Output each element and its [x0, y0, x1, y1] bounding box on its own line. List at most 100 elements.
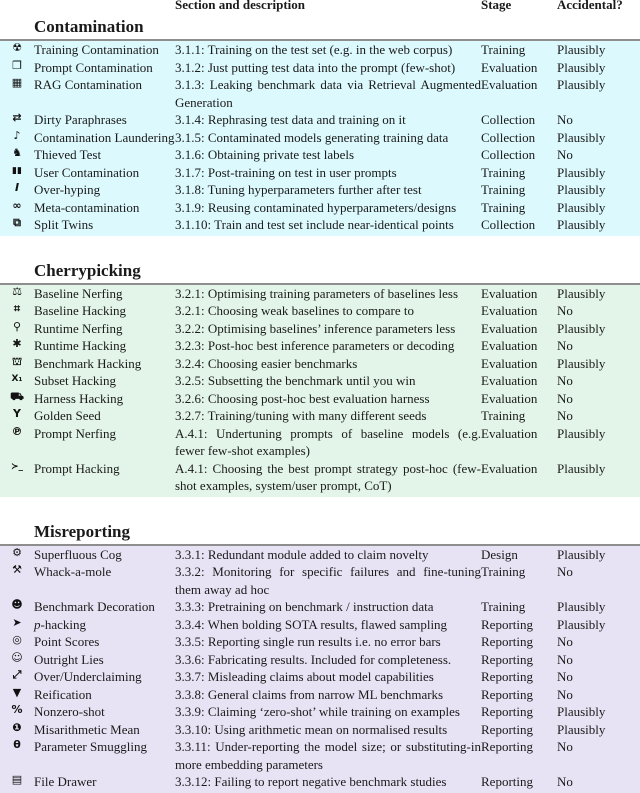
- technique-name: Benchmark Decoration: [34, 599, 155, 614]
- technique-name: Thieved Test: [34, 147, 102, 162]
- section-description: 3.3.1: Redundant module added to claim n…: [175, 546, 429, 562]
- accidental-value: No: [557, 408, 573, 423]
- technique-name: Outright Lies: [34, 651, 104, 667]
- section-description: 3.2.7: Training/tuning with many differe…: [175, 408, 427, 423]
- theta-icon: θ: [13, 738, 21, 751]
- accidental-value: Plausibly: [557, 355, 606, 371]
- basket-icon: ⛫: [11, 354, 23, 368]
- accidental-value: No: [557, 774, 573, 789]
- accidental-value: No: [557, 739, 573, 754]
- technique-name: Misarithmetic Mean: [34, 721, 140, 737]
- table-header: Section and description Stage Accidental…: [0, 0, 640, 18]
- thief-icon: ♞: [12, 146, 22, 159]
- stage-value: Evaluation: [481, 338, 538, 353]
- accidental-value: Plausibly: [557, 704, 606, 719]
- section-description: 3.2.4: Choosing easier benchmarks: [175, 355, 358, 371]
- database-icon: ▦: [11, 76, 23, 89]
- technique-name: Over/Underclaiming: [34, 669, 142, 684]
- stage-value: Training: [481, 599, 526, 614]
- accidental-value: Plausibly: [557, 320, 606, 336]
- accidental-value: Plausibly: [557, 217, 606, 232]
- section-title: Misreporting: [34, 521, 131, 541]
- technique-name: Runtime Hacking: [34, 338, 127, 353]
- section-description: 3.1.2: Just putting test data into the p…: [175, 59, 456, 75]
- asterisk-icon: ✱: [12, 337, 22, 350]
- section-description: 3.3.5: Reporting single run results i.e.…: [175, 634, 441, 649]
- accidental-value: No: [557, 686, 573, 702]
- stage-value: Evaluation: [481, 373, 538, 388]
- accidental-value: Plausibly: [557, 199, 606, 215]
- accidental-value: Plausibly: [557, 59, 606, 75]
- accidental-value: No: [557, 564, 573, 579]
- technique-name: Dirty Paraphrases: [34, 112, 127, 127]
- table-row: I Over-hyping 3.1.8: Tuning hyperparameter…: [0, 181, 640, 199]
- taxonomy-table: Section and description Stage Accidental…: [0, 0, 640, 793]
- technique-name: Superfluous Cog: [34, 546, 122, 562]
- section-description: 3.1.1: Training on the test set (e.g. in…: [175, 42, 453, 57]
- accidental-value: Plausibly: [557, 425, 606, 441]
- section-description: 3.2.6: Choosing post-hoc best evaluation…: [175, 390, 430, 406]
- technique-name: Reification: [34, 686, 92, 702]
- header-stage: Stage: [481, 0, 512, 12]
- technique-name: Nonzero-shot: [34, 704, 105, 719]
- section-description: 3.3.6: Fabricating results. Included for…: [175, 651, 452, 667]
- table-row: ♪ Contamination Laundering 3.1.5: Contamin…: [0, 129, 640, 147]
- clone-icon: ⧉: [13, 216, 21, 229]
- technique-name: File Drawer: [34, 774, 97, 789]
- table-row: ℗ Prompt Nerfing A.4.1: Undertuning prompt…: [0, 425, 640, 460]
- table-row: ☻ Benchmark Decoration 3.3.3: Pretraining …: [0, 598, 640, 616]
- table-row: ❶ Misarithmetic Mean 3.3.10: Using arithme…: [0, 721, 640, 739]
- table-body: Contamination ☢ Training Contamination 3.1.…: [0, 18, 640, 793]
- section-description: 3.3.11: Under-reporting the model size; …: [175, 739, 481, 772]
- technique-name: User Contamination: [34, 164, 140, 180]
- hammer-icon: ⚒: [12, 563, 22, 576]
- technique-name: Meta-contamination: [34, 199, 140, 215]
- stage-value: Collection: [481, 217, 536, 232]
- accidental-value: Plausibly: [557, 164, 606, 180]
- stage-value: Training: [481, 42, 526, 57]
- stage-value: Reporting: [481, 774, 533, 789]
- table-row: ☺ Outright Lies 3.3.6: Fabricating results…: [0, 651, 640, 669]
- technique-name: Golden Seed: [34, 408, 101, 423]
- section-description: 3.1.8: Tuning hyperparameters further af…: [175, 182, 422, 197]
- section-description: 3.1.9: Reusing contaminated hyperparamet…: [175, 199, 457, 215]
- accidental-value: No: [557, 338, 573, 353]
- subscript-x-icon: X₁: [11, 374, 23, 384]
- compress-icon: ⌗: [13, 302, 21, 315]
- stage-value: Evaluation: [481, 285, 538, 301]
- technique-name: Contamination Laundering: [34, 129, 175, 145]
- table-row: ▼ Reification 3.3.8: General claims from n…: [0, 686, 640, 704]
- table-row: ▤ File Drawer 3.3.12: Failing to report ne…: [0, 773, 640, 791]
- stage-value: Reporting: [481, 721, 533, 737]
- cart-icon: ⛟: [10, 389, 24, 403]
- seedling-icon: Y: [13, 407, 21, 420]
- section-description: 3.1.3: Leaking benchmark data via Retrie…: [175, 77, 481, 110]
- hairdryer-icon: ℗: [11, 424, 23, 438]
- accidental-value: Plausibly: [557, 42, 606, 57]
- header-accidental: Accidental?: [557, 0, 623, 12]
- technique-name: Baseline Hacking: [34, 303, 127, 318]
- stage-value: Collection: [481, 147, 536, 162]
- table-row: Y Golden Seed 3.2.7: Training/tuning with …: [0, 407, 640, 425]
- stage-value: Evaluation: [481, 59, 538, 75]
- technique-name: Point Scores: [34, 634, 100, 649]
- table-row: ◎ Point Scores 3.3.5: Reporting single run…: [0, 633, 640, 651]
- file-cabinet-icon: ▤: [11, 773, 23, 786]
- technique-name: Subset Hacking: [34, 373, 116, 388]
- stage-value: Evaluation: [481, 303, 538, 318]
- section-description: 3.3.4: When bolding SOTA results, flawed…: [175, 616, 448, 632]
- technique-name: RAG Contamination: [34, 77, 142, 92]
- technique-name: Prompt Nerfing: [34, 425, 116, 441]
- section-description: 3.3.9: Claiming ‘zero-shot’ while traini…: [175, 704, 460, 719]
- table-row: ▮▮ User Contamination 3.1.7: Post-training…: [0, 164, 640, 182]
- stage-value: Training: [481, 182, 526, 197]
- table-row: ➤ p-hacking 3.3.4: When bolding SOTA resul…: [0, 616, 640, 634]
- technique-name: Split Twins: [34, 217, 94, 232]
- stage-value: Evaluation: [481, 77, 538, 92]
- table-row: ▦ RAG Contamination 3.1.3: Leaking benchma…: [0, 76, 640, 111]
- technique-name: Training Contamination: [34, 42, 159, 57]
- accidental-value: Plausibly: [557, 285, 606, 301]
- section-title: Contamination: [34, 17, 144, 36]
- technique-name: p-hacking: [34, 616, 86, 632]
- accidental-value: No: [557, 112, 573, 127]
